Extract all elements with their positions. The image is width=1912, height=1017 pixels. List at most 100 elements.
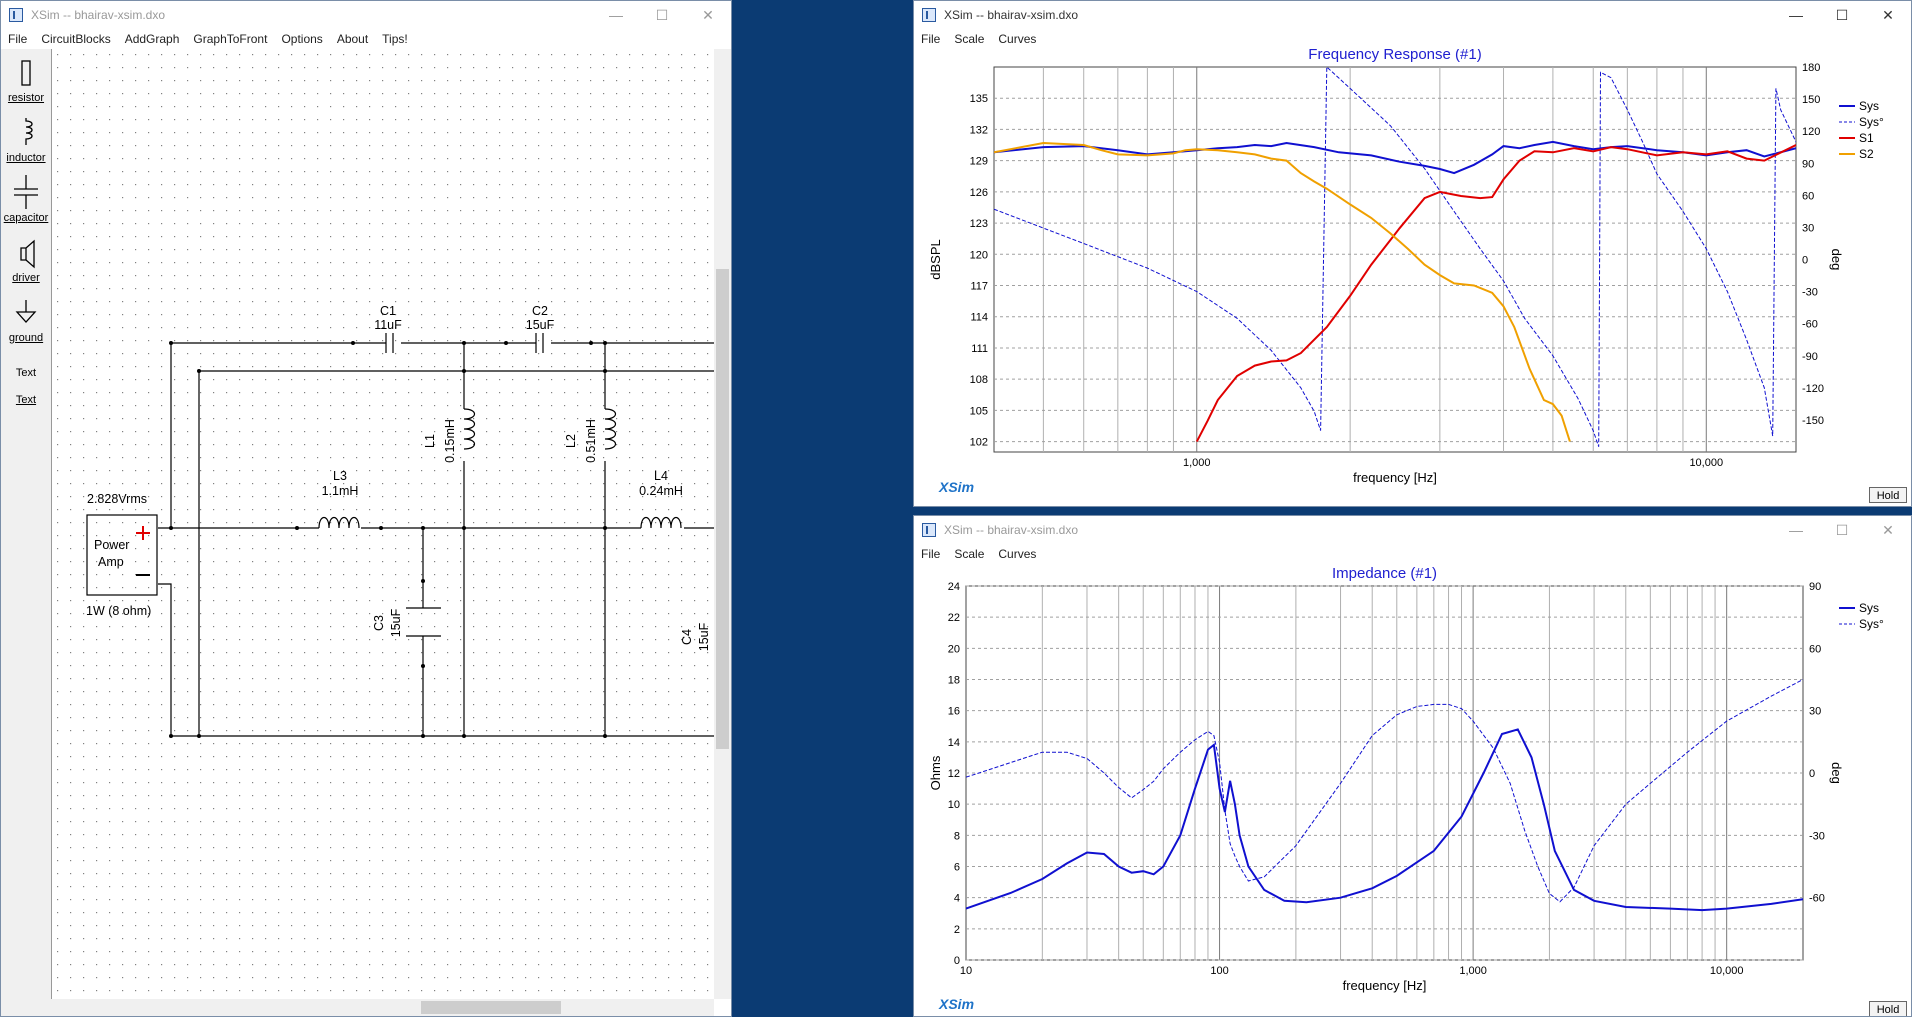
y-tick-label: 132 (970, 124, 988, 136)
text-link: Text (15, 394, 37, 406)
c2-value: 15uF (526, 318, 555, 332)
plot-area (993, 66, 1797, 453)
tool-inductor[interactable]: inductor (1, 117, 51, 164)
y-axis-label: Ohms (928, 755, 943, 790)
scroll-thumb-h[interactable] (421, 1001, 561, 1014)
schematic-canvas[interactable]: C1 11uF C2 15uF L3 1.1mH L4 0.24mH L1 0.… (52, 49, 715, 1001)
tool-text-link[interactable]: Text (1, 394, 51, 406)
c1-value: 11uF (374, 318, 402, 332)
y2-tick-label: -90 (1802, 351, 1818, 363)
l1-name: L1 (423, 434, 437, 448)
c4-name: C4 (680, 629, 694, 645)
imp-titlebar[interactable]: XSim -- bhairav-xsim.dxo — ☐ ✕ (914, 516, 1911, 544)
menu-scale[interactable]: Scale (947, 32, 991, 46)
y2-axis-label: deg (1829, 249, 1844, 271)
menu-graphtofront[interactable]: GraphToFront (186, 32, 274, 46)
menu-scale[interactable]: Scale (947, 547, 991, 561)
y-tick-label: 108 (970, 374, 988, 386)
component-toolbox: resistor inductor capacitor driver groun… (1, 49, 52, 1016)
y2-tick-label: -150 (1802, 415, 1824, 427)
tool-driver[interactable]: driver (1, 239, 51, 284)
x-axis-label: frequency [Hz] (1353, 470, 1437, 485)
driver-icon (20, 239, 35, 269)
y2-tick-label: 120 (1802, 126, 1820, 138)
menu-addgraph[interactable]: AddGraph (118, 32, 187, 46)
text-icon: Text (15, 367, 37, 379)
y-tick-label: 4 (954, 893, 960, 905)
legend-label: S2 (1859, 147, 1874, 161)
close-button[interactable]: ✕ (1865, 516, 1911, 544)
l1-value: 0.15mH (443, 419, 457, 463)
frequency-response-chart[interactable]: 135 132 129 126 123 120 117 114 111 108 105 102 180 1… (914, 49, 1911, 506)
tool-resistor[interactable]: resistor (1, 59, 51, 104)
x-tick-label: 1,000 (1183, 457, 1211, 469)
close-button[interactable]: ✕ (685, 1, 731, 29)
maximize-button[interactable]: ☐ (639, 1, 685, 29)
minimize-button[interactable]: — (1773, 1, 1819, 29)
y-tick-label: 105 (970, 405, 988, 417)
maximize-button[interactable]: ☐ (1819, 516, 1865, 544)
legend-label: Sys (1859, 99, 1879, 113)
amp-power: 1W (8 ohm) (86, 604, 151, 618)
l3-value: 1.1mH (322, 484, 359, 498)
hold-button[interactable]: Hold (1869, 1001, 1907, 1016)
horizontal-scrollbar[interactable] (51, 999, 714, 1016)
y-tick-label: 129 (970, 156, 988, 168)
y2-tick-label: 0 (1809, 768, 1815, 780)
y-tick-label: 102 (970, 437, 988, 449)
l2-name: L2 (564, 434, 578, 448)
y2-tick-label: 30 (1802, 222, 1814, 234)
l3-name: L3 (333, 469, 347, 483)
tool-capacitor[interactable]: capacitor (1, 175, 51, 224)
x-tick-label: 10,000 (1710, 965, 1744, 977)
y-tick-label: 123 (970, 218, 988, 230)
fr-titlebar[interactable]: XSim -- bhairav-xsim.dxo — ☐ ✕ (914, 1, 1911, 29)
ground-icon (15, 300, 37, 323)
y2-tick-label: -60 (1809, 893, 1825, 905)
menu-file[interactable]: File (1, 32, 34, 46)
y-tick-label: 16 (948, 706, 960, 718)
xsim-app-icon (9, 8, 23, 22)
window-title: XSim -- bhairav-xsim.dxo (31, 8, 166, 22)
menu-file[interactable]: File (914, 32, 947, 46)
y-tick-label: 117 (970, 281, 988, 293)
frequency-response-window: XSim -- bhairav-xsim.dxo — ☐ ✕ File Scal… (913, 0, 1912, 507)
menu-circuitblocks[interactable]: CircuitBlocks (34, 32, 117, 46)
y-tick-label: 111 (971, 343, 988, 355)
y-tick-label: 2 (954, 924, 960, 936)
menu-curves[interactable]: Curves (991, 547, 1043, 561)
menu-about[interactable]: About (330, 32, 375, 46)
minimize-button[interactable]: — (593, 1, 639, 29)
plot-area (965, 585, 1804, 961)
close-button[interactable]: ✕ (1865, 1, 1911, 29)
y-tick-label: 18 (948, 675, 960, 687)
c3-name: C3 (372, 615, 386, 631)
tool-text[interactable]: Text (1, 367, 51, 379)
xsim-app-icon (922, 8, 936, 22)
tool-ground[interactable]: ground (1, 299, 51, 344)
legend-label: Sys° (1859, 617, 1884, 631)
y2-tick-label: -30 (1809, 830, 1825, 842)
menu-options[interactable]: Options (274, 32, 329, 46)
menu-file[interactable]: File (914, 547, 947, 561)
menu-tips[interactable]: Tips! (375, 32, 415, 46)
minimize-button[interactable]: — (1773, 516, 1819, 544)
capacitor-icon (14, 175, 38, 209)
scroll-thumb-v[interactable] (716, 269, 729, 749)
y-tick-label: 120 (970, 249, 988, 261)
fr-menubar: File Scale Curves (914, 29, 1911, 49)
inductor-icon (25, 118, 33, 145)
impedance-chart[interactable]: 2422201816141210864209060300-30-6010 100 1… (914, 564, 1911, 1016)
hold-button[interactable]: Hold (1869, 487, 1907, 503)
y-tick-label: 6 (954, 862, 960, 874)
legend-label: S1 (1859, 131, 1874, 145)
y-axis-label: dBSPL (928, 239, 943, 279)
y-tick-label: 24 (948, 581, 960, 593)
vertical-scrollbar[interactable] (714, 49, 731, 999)
x-tick-label: 10,000 (1689, 457, 1723, 469)
schematic-titlebar[interactable]: XSim -- bhairav-xsim.dxo — ☐ ✕ (1, 1, 731, 29)
c2-name: C2 (532, 304, 548, 318)
maximize-button[interactable]: ☐ (1819, 1, 1865, 29)
menu-curves[interactable]: Curves (991, 32, 1043, 46)
window-title: XSim -- bhairav-xsim.dxo (944, 8, 1079, 22)
